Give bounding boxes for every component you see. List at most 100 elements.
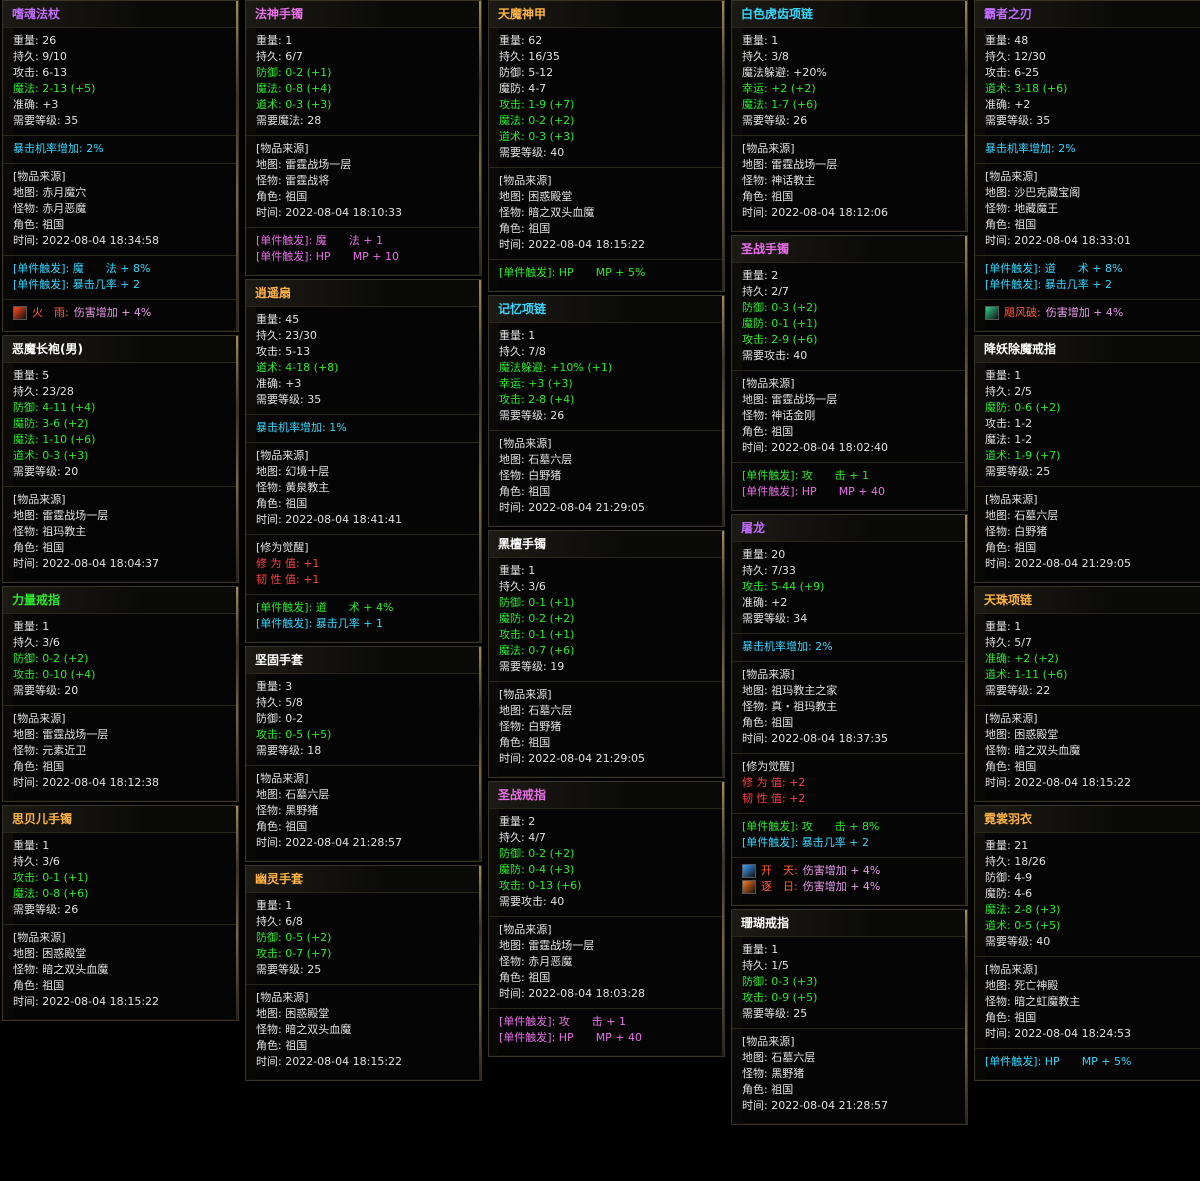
stat-line: 时间: 2022-08-04 18:04:37 [13,557,160,570]
stat-line: 怪物: 雷霆战将 [256,174,330,187]
tooltip-section: [单件触发]: 攻 击 + 1 [单件触发]: HP MP + 40 [489,1009,724,1052]
stat-line: 角色: 祖国 [742,425,794,438]
stat-line: [物品来源] [499,688,552,701]
stat-line: 魔防: 4-7 [499,82,547,95]
stat-line: 角色: 祖国 [13,541,65,554]
item-tooltip-card[interactable]: 白色虎齿项链 重量: 1 持久: 3/8 魔法躲避: +20% 幸运: +2 (+2) 魔… [731,0,968,232]
item-tooltip-card[interactable]: 恶魔长袍(男) 重量: 5 持久: 23/28 防御: 4-11 (+4) 魔防: 3-… [2,335,239,583]
item-name: 白色虎齿项链 [732,1,967,28]
item-tooltip-card[interactable]: 霸者之刃 重量: 48 持久: 12/30 攻击: 6-25 道术: 3-18 (+6)… [974,0,1200,332]
stat-line: [单件触发]: 暴击几率 + 1 [256,617,383,630]
stat-line: 魔法: 0-8 (+4) [256,82,332,95]
stat-line: 需要等级: 26 [499,409,565,422]
stat-line: 怪物: 元素近卫 [13,744,87,757]
stat-line: 地图: 雷霆战场一层 [499,939,595,952]
stat-line: 暴击机率增加: 2% [985,142,1076,155]
stat-line: 重量: 3 [256,680,293,693]
stat-line: 道术: 0-3 (+3) [499,130,575,143]
stat-line: 角色: 祖国 [256,820,308,833]
stat-line: 持久: 9/10 [13,50,67,63]
stat-line: 重量: 20 [742,548,786,561]
stat-line: 怪物: 白野猪 [499,469,562,482]
stat-line: 修 为 值: +1 [256,557,320,570]
tooltip-section: [单件触发]: 道 术 + 8% [单件触发]: 暴击几率 + 2 [975,256,1200,300]
stat-line: 重量: 2 [742,269,779,282]
tooltip-section: 重量: 1 持久: 3/6 防御: 0-2 (+2) 攻击: 0-10 (+4) 需要等… [3,614,238,706]
stat-line: 魔法: 0-8 (+6) [13,887,89,900]
stat-line: 需要等级: 25 [256,963,322,976]
stat-line: 怪物: 黄泉教主 [256,481,330,494]
item-tooltip-card[interactable]: 圣战戒指 重量: 2 持久: 4/7 防御: 0-2 (+2) 魔防: 0-4 (+3)… [488,781,725,1057]
item-tooltip-card[interactable]: 坚固手套 重量: 3 持久: 5/8 防御: 0-2 攻击: 0-5 (+5) 需要等级:… [245,646,482,862]
stat-line: [单件触发]: 暴击几率 + 2 [742,836,869,849]
stat-line: 地图: 困惑殿堂 [985,728,1059,741]
stat-line: 防御: 0-3 (+2) [742,301,818,314]
stat-line: 怪物: 神话金刚 [742,409,816,422]
item-tooltip-card[interactable]: 天珠项链 重量: 1 持久: 5/7 准确: +2 (+2) 道术: 1-11 (+6)… [974,586,1200,802]
hurricane-icon [985,306,999,320]
skill-name: 逐 日: [761,880,798,893]
stat-line: [物品来源] [256,991,309,1004]
item-tooltip-card[interactable]: 嗜魂法杖 重量: 26 持久: 9/10 攻击: 6-13 魔法: 2-13 (+5) 准… [2,0,239,332]
stat-line: 地图: 石墓六层 [742,1051,816,1064]
tooltip-section: [单件触发]: HP MP + 5% [489,260,724,287]
stat-line: 持久: 18/26 [985,855,1046,868]
tooltip-section: 暴击机率增加: 2% [732,634,967,662]
item-tooltip-card[interactable]: 逍遥扇 重量: 45 持久: 23/30 攻击: 5-13 道术: 4-18 (+8) 准… [245,279,482,643]
stat-line: 防御: 4-9 [985,871,1033,884]
stat-line: 持久: 16/35 [499,50,560,63]
item-tooltip-card[interactable]: 法神手镯 重量: 1 持久: 6/7 防御: 0-2 (+1) 魔法: 0-8 (+4)… [245,0,482,276]
stat-line: 魔法: 1-7 (+6) [742,98,818,111]
tooltip-section: [物品来源] 地图: 沙巴克藏宝阁 怪物: 地藏魔王 角色: 祖国 时间: 2022-0… [975,164,1200,256]
stat-line: 攻击: 0-5 (+5) [256,728,332,741]
stat-line: 需要攻击: 40 [742,349,808,362]
tooltip-section: [物品来源] 地图: 雷霆战场一层 怪物: 雷霆战将 角色: 祖国 时间: 2022-0… [246,136,481,228]
stat-line: [单件触发]: 道 术 + 8% [985,262,1123,275]
item-tooltip-card[interactable]: 珊瑚戒指 重量: 1 持久: 1/5 防御: 0-3 (+3) 攻击: 0-9 (+5)… [731,909,968,1125]
item-tooltip-card[interactable]: 力量戒指 重量: 1 持久: 3/6 防御: 0-2 (+2) 攻击: 0-10 (+4… [2,586,239,802]
stat-line: 道术: 0-3 (+3) [13,449,89,462]
stat-line: 重量: 1 [499,564,536,577]
tooltip-section: 重量: 21 持久: 18/26 防御: 4-9 魔防: 4-6 魔法: 2-8 (+3… [975,833,1200,957]
stat-line: 怪物: 暗之虹魔教主 [985,995,1081,1008]
tooltip-column-5: 霸者之刃 重量: 48 持久: 12/30 攻击: 6-25 道术: 3-18 (+6)… [974,0,1200,1084]
skill-bonus: 飓风破: 伤害增加 + 4% [985,305,1200,321]
stat-line: 持久: 2/7 [742,285,789,298]
tooltip-section: 开 天: 伤害增加 + 4% 逐 日: 伤害增加 + 4% [732,858,967,901]
item-name: 屠龙 [732,515,967,542]
item-tooltip-card[interactable]: 天魔神甲 重量: 62 持久: 16/35 防御: 5-12 魔防: 4-7 攻击: 1-… [488,0,725,292]
stat-line: 地图: 雷霆战场一层 [13,509,109,522]
item-tooltip-card[interactable]: 霓裳羽衣 重量: 21 持久: 18/26 防御: 4-9 魔防: 4-6 魔法: 2-8… [974,805,1200,1081]
stat-line: 攻击: 0-1 (+1) [13,871,89,884]
stat-line: [单件触发]: 攻 击 + 1 [499,1015,626,1028]
tooltip-section: [物品来源] 地图: 困惑殿堂 怪物: 暗之双头血魔 角色: 祖国 时间: 2022-0… [3,925,238,1016]
stat-line: 地图: 困惑殿堂 [499,190,573,203]
stat-line: 时间: 2022-08-04 18:03:28 [499,987,646,1000]
item-tooltip-card[interactable]: 降妖除魔戒指 重量: 1 持久: 2/5 魔防: 0-6 (+2) 攻击: 1-2 魔法:… [974,335,1200,583]
stat-line: [修为觉醒] [256,541,309,554]
stat-line: 修 为 值: +2 [742,776,806,789]
stat-line: 攻击: 6-25 [985,66,1040,79]
item-tooltip-card[interactable]: 黑檀手镯 重量: 1 持久: 3/6 防御: 0-1 (+1) 魔防: 0-2 (+2)… [488,530,725,778]
stat-line: 角色: 祖国 [499,222,551,235]
stat-line: 角色: 祖国 [985,1011,1037,1024]
tooltip-section: 重量: 1 持久: 6/8 防御: 0-5 (+2) 攻击: 0-7 (+7) 需要等级… [246,893,481,985]
stat-line: 攻击: 0-9 (+5) [742,991,818,1004]
skill-effect: 伤害增加 + 4% [802,864,881,877]
tooltip-section: [物品来源] 地图: 祖玛教主之家 怪物: 真・祖玛教主 角色: 祖国 时间: 2022… [732,662,967,754]
item-tooltip-card[interactable]: 记忆项链 重量: 1 持久: 7/8 魔法躲避: +10% (+1) 幸运: +3 (+… [488,295,725,527]
stat-line: 持久: 7/8 [499,345,546,358]
stat-line: 攻击: 2-9 (+6) [742,333,818,346]
item-tooltip-card[interactable]: 幽灵手套 重量: 1 持久: 6/8 防御: 0-5 (+2) 攻击: 0-7 (+7)… [245,865,482,1081]
stat-line: [物品来源] [499,437,552,450]
item-tooltip-card[interactable]: 思贝儿手镯 重量: 1 持久: 3/6 攻击: 0-1 (+1) 魔法: 0-8 (+6… [2,805,239,1021]
item-tooltip-card[interactable]: 屠龙 重量: 20 持久: 7/33 攻击: 5-44 (+9) 准确: +2 需要等级:… [731,514,968,906]
item-tooltip-card[interactable]: 圣战手镯 重量: 2 持久: 2/7 防御: 0-3 (+2) 魔防: 0-1 (+1)… [731,235,968,511]
tooltip-section: 重量: 1 持久: 1/5 防御: 0-3 (+3) 攻击: 0-9 (+5) 需要等级… [732,937,967,1029]
stat-line: 需要等级: 40 [985,935,1051,948]
stat-line: 防御: 0-2 (+2) [13,652,89,665]
stat-line: 持久: 23/30 [256,329,317,342]
stat-line: [单件触发]: HP MP + 10 [256,250,400,263]
stat-line: 时间: 2022-08-04 18:12:06 [742,206,889,219]
item-name: 逍遥扇 [246,280,481,307]
